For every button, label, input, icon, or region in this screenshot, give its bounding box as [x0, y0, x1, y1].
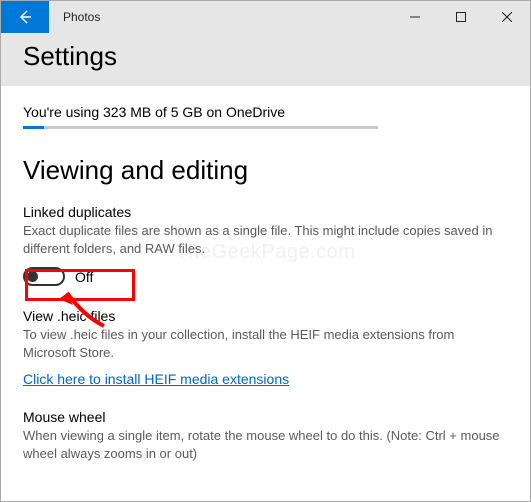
heic-desc: To view .heic files in your collection, … — [23, 326, 508, 361]
mouse-wheel-desc: When viewing a single item, rotate the m… — [23, 427, 508, 462]
heic-block: View .heic files To view .heic files in … — [23, 308, 508, 387]
section-heading: Viewing and editing — [23, 155, 508, 186]
page-header: Settings — [1, 33, 530, 86]
toggle-knob — [27, 271, 38, 282]
arrow-left-icon — [17, 9, 33, 25]
storage-progress — [23, 126, 378, 129]
close-icon — [502, 12, 512, 22]
back-button[interactable] — [1, 1, 49, 33]
mouse-wheel-title: Mouse wheel — [23, 409, 508, 425]
heic-install-link[interactable]: Click here to install HEIF media extensi… — [23, 371, 508, 387]
titlebar: Photos — [1, 1, 530, 33]
linked-duplicates-toggle[interactable] — [23, 267, 65, 286]
mouse-wheel-block: Mouse wheel When viewing a single item, … — [23, 409, 508, 462]
app-title: Photos — [49, 1, 100, 33]
storage-progress-fill — [23, 126, 44, 129]
heic-title: View .heic files — [23, 308, 508, 324]
minimize-icon — [410, 12, 420, 22]
storage-text: You're using 323 MB of 5 GB on OneDrive — [23, 104, 508, 120]
linked-duplicates-block: Linked duplicates Exact duplicate files … — [23, 204, 508, 286]
maximize-button[interactable] — [438, 1, 484, 33]
maximize-icon — [456, 12, 466, 22]
linked-duplicates-toggle-label: Off — [75, 269, 93, 285]
linked-duplicates-desc: Exact duplicate files are shown as a sin… — [23, 222, 508, 257]
content-area: You're using 323 MB of 5 GB on OneDrive … — [1, 86, 530, 462]
linked-duplicates-title: Linked duplicates — [23, 204, 508, 220]
page-title: Settings — [23, 41, 508, 72]
close-button[interactable] — [484, 1, 530, 33]
minimize-button[interactable] — [392, 1, 438, 33]
linked-duplicates-toggle-row: Off — [23, 267, 508, 286]
